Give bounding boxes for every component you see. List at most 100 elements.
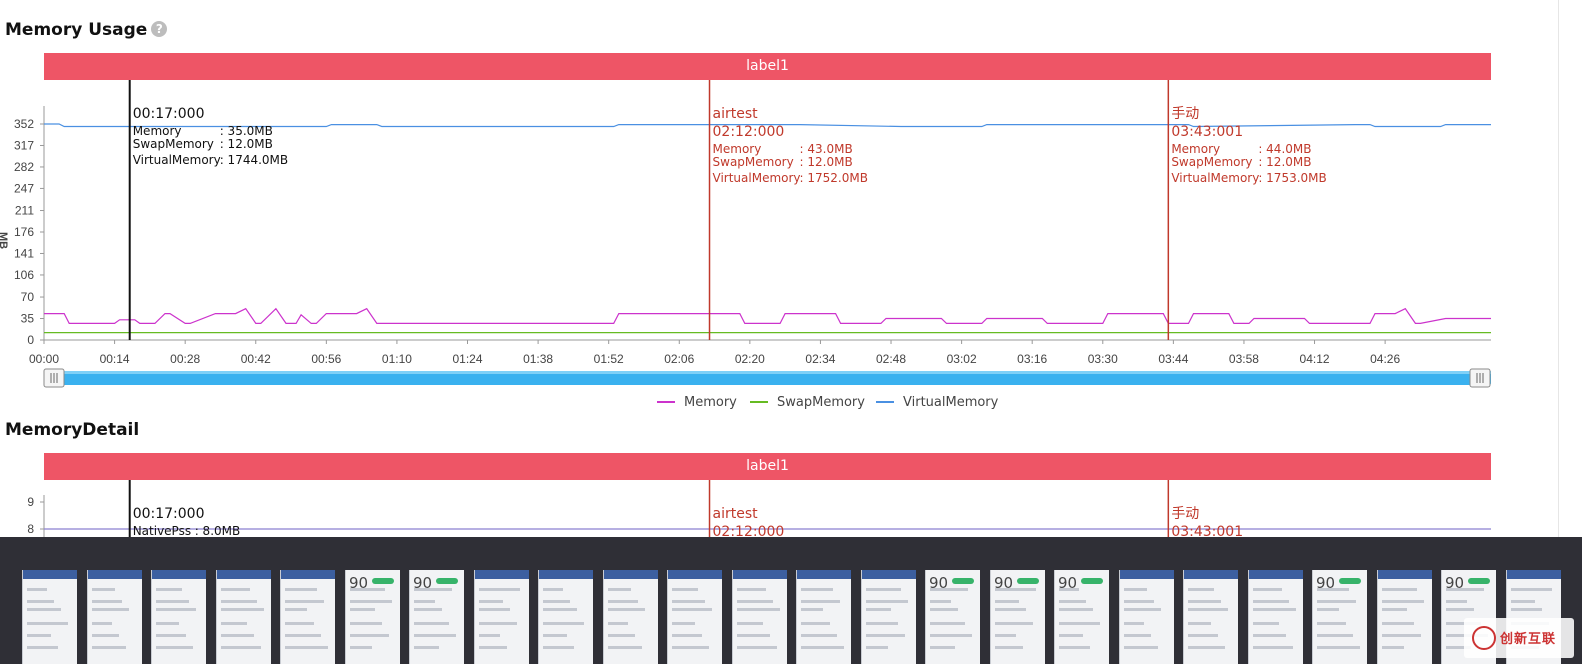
- thumbnail-content-line: [995, 622, 1033, 625]
- memory-detail-chart[interactable]: 8900:17:000NativePss: 8.0MBairtest02:12:…: [0, 0, 1582, 540]
- thumbnail-content-line: [350, 600, 392, 603]
- thumbnail-content-line: [285, 634, 321, 637]
- thumbnail-content-line: [608, 622, 628, 625]
- thumbnail-content-line: [801, 646, 844, 649]
- thumbnail-content-line: [1511, 600, 1535, 603]
- thumbnail-content-line: [866, 588, 901, 591]
- thumbnail-content-line: [414, 634, 456, 637]
- thumbnail-content-line: [930, 608, 958, 611]
- thumbnail-content-line: [156, 608, 196, 611]
- screenshot-thumbnail[interactable]: 90: [925, 570, 980, 664]
- thumbnail-content-line: [221, 600, 257, 603]
- thumbnail-content-line: [1253, 600, 1289, 603]
- thumbnail-content-line: [1124, 622, 1144, 625]
- thumbnail-content-line: [1382, 646, 1404, 649]
- thumbnail-header-bar: [604, 570, 658, 579]
- screenshot-thumbnail[interactable]: [1119, 570, 1174, 664]
- thumbnail-content-line: [866, 622, 898, 625]
- screenshot-thumbnail[interactable]: 90: [409, 570, 464, 664]
- thumbnail-content-line: [543, 634, 567, 637]
- thumbnail-header-bar: [1378, 570, 1432, 579]
- thumbnail-content-line: [156, 634, 186, 637]
- screenshot-thumbnail[interactable]: [1248, 570, 1303, 664]
- thumbnail-content-line: [479, 588, 520, 591]
- screenshot-thumbnail[interactable]: 90: [1312, 570, 1367, 664]
- screenshot-filmstrip[interactable]: 90 90 90 90 90 90 90: [0, 537, 1582, 664]
- thumbnail-content-line: [1253, 634, 1286, 637]
- thumbnail-header-bar: [23, 570, 77, 579]
- thumbnail-content-line: [801, 588, 833, 591]
- thumbnail-content-line: [543, 646, 574, 649]
- thumbnail-status-pill: [436, 578, 458, 584]
- screenshot-thumbnail[interactable]: [474, 570, 529, 664]
- thumbnail-content-line: [414, 600, 435, 603]
- thumbnail-content-line: [92, 588, 115, 591]
- thumbnail-content-line: [1511, 588, 1552, 591]
- thumbnail-header-bar: [88, 570, 142, 579]
- thumbnail-content-line: [27, 588, 47, 591]
- thumbnail-content-line: [1317, 646, 1360, 649]
- thumbnail-content-line: [801, 634, 837, 637]
- thumbnail-content-line: [1382, 622, 1414, 625]
- thumbnail-content-line: [1188, 646, 1225, 649]
- thumbnail-content-line: [1188, 634, 1218, 637]
- thumbnail-content-line: [995, 634, 1016, 637]
- thumbnail-content-line: [479, 600, 503, 603]
- thumbnail-content-line: [350, 588, 385, 591]
- thumbnail-content-line: [737, 634, 770, 637]
- thumbnail-content-line: [801, 622, 830, 625]
- screenshot-thumbnail[interactable]: [1377, 570, 1432, 664]
- thumbnail-content-line: [737, 622, 763, 625]
- thumbnail-content-line: [866, 646, 888, 649]
- thumbnail-content-line: [543, 600, 570, 603]
- screenshot-thumbnail[interactable]: [732, 570, 787, 664]
- screenshot-thumbnail[interactable]: [1183, 570, 1238, 664]
- thumbnail-content-line: [1317, 622, 1346, 625]
- thumbnail-content-line: [1188, 600, 1221, 603]
- thumbnail-content-line: [866, 600, 908, 603]
- thumbnail-content-line: [156, 588, 182, 591]
- thumbnail-content-line: [350, 622, 382, 625]
- screenshot-thumbnail[interactable]: [22, 570, 77, 664]
- thumbnail-content-line: [1446, 608, 1474, 611]
- thumbnail-header-bar: [1249, 570, 1303, 579]
- thumbnail-content-line: [672, 622, 695, 625]
- thumbnail-content-line: [672, 600, 705, 603]
- thumbnail-header-bar: [475, 570, 529, 579]
- thumbnail-content-line: [221, 622, 247, 625]
- screenshot-thumbnail[interactable]: [216, 570, 271, 664]
- thumbnail-content-line: [1317, 634, 1353, 637]
- screenshot-thumbnail[interactable]: 90: [1054, 570, 1109, 664]
- detail-tooltip-value: : 8.0MB: [195, 524, 241, 538]
- screenshot-thumbnail[interactable]: [667, 570, 722, 664]
- screenshot-thumbnail[interactable]: [280, 570, 335, 664]
- screenshot-thumbnail[interactable]: [87, 570, 142, 664]
- watermark-text: 创新互联: [1500, 632, 1557, 647]
- thumbnail-content-line: [156, 600, 189, 603]
- screenshot-thumbnail[interactable]: [151, 570, 206, 664]
- thumbnail-content-line: [608, 588, 631, 591]
- thumbnail-content-line: [737, 646, 777, 649]
- screenshot-thumbnail[interactable]: 90: [990, 570, 1045, 664]
- detail-marker-time: 00:17:000: [133, 506, 205, 522]
- thumbnail-content-line: [1059, 646, 1090, 649]
- thumbnail-content-line: [1059, 600, 1086, 603]
- thumbnail-content-line: [92, 608, 129, 611]
- screenshot-thumbnail[interactable]: [538, 570, 593, 664]
- thumbnail-status-pill: [1339, 578, 1361, 584]
- thumbnail-content-line: [801, 600, 840, 603]
- screenshot-thumbnail[interactable]: [796, 570, 851, 664]
- thumbnail-content-line: [350, 608, 375, 611]
- thumbnail-content-line: [1124, 646, 1158, 649]
- thumbnail-content-line: [350, 646, 372, 649]
- thumbnail-header-bar: [733, 570, 787, 579]
- thumbnail-content-line: [608, 600, 638, 603]
- screenshot-thumbnail[interactable]: 90: [345, 570, 400, 664]
- thumbnail-content-line: [221, 646, 261, 649]
- thumbnail-status-pill: [952, 578, 974, 584]
- thumbnail-content-line: [285, 646, 328, 649]
- screenshot-thumbnail[interactable]: [861, 570, 916, 664]
- thumbnail-content-line: [737, 600, 773, 603]
- detail-marker-label: airtest: [713, 506, 759, 522]
- screenshot-thumbnail[interactable]: [603, 570, 658, 664]
